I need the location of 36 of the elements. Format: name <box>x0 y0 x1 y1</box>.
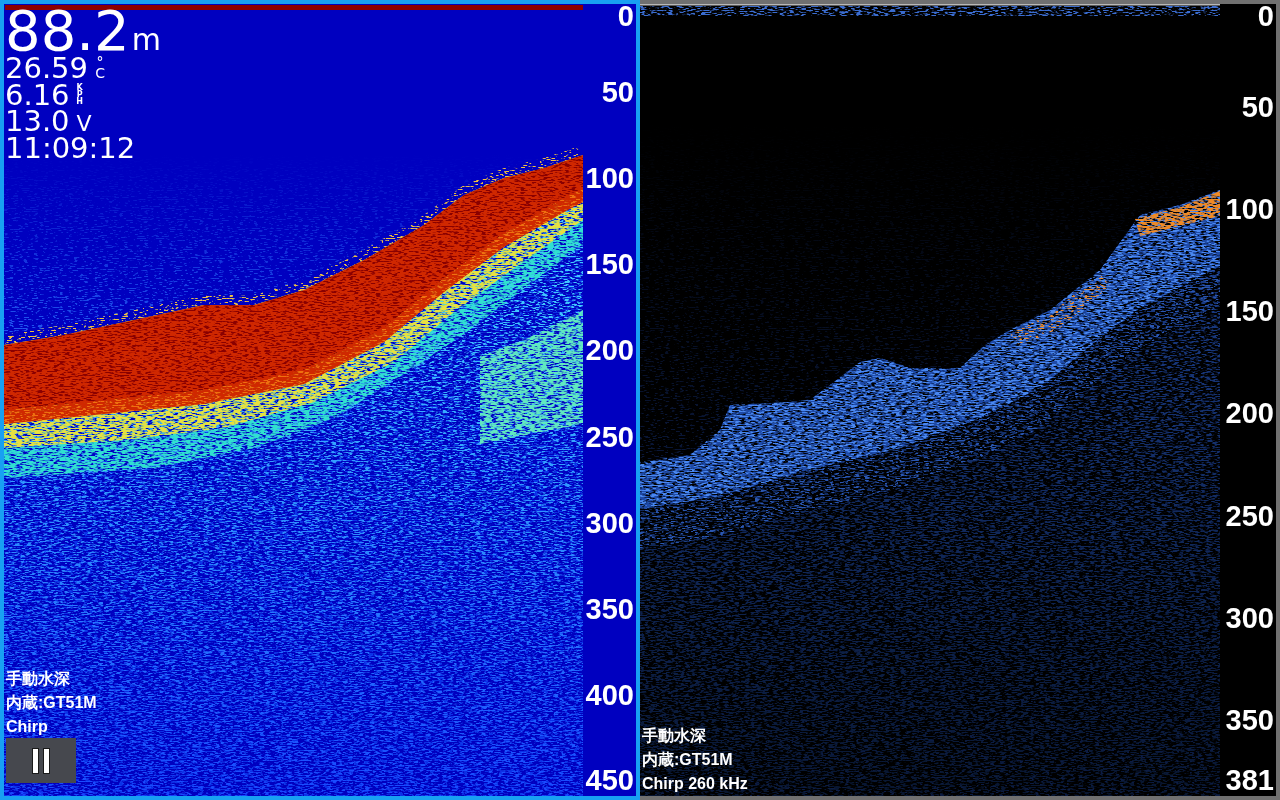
temperature-readout: 26.59 <box>5 55 89 82</box>
status-text: 手動水深 <box>6 669 70 689</box>
depth-scale-label: 50 <box>1241 95 1274 119</box>
depth-scale-label: 100 <box>1225 197 1274 222</box>
status-text: 内蔵:GT51M <box>6 693 97 713</box>
depth-scale-label: 150 <box>585 252 634 277</box>
depth-scale-label: 50 <box>601 80 634 104</box>
depth-scale-label: 0 <box>1257 4 1274 28</box>
sonar-pane[interactable]: 0 50 100 150 200 250 300 350 381 手動水深 内蔵:GT51M Chirp 260 kHz <box>640 0 1280 800</box>
status-text: 内蔵:GT51M <box>642 750 733 770</box>
voltage-unit: V <box>76 111 92 137</box>
depth-unit: m <box>131 21 161 59</box>
status-text: Chirp 260 kHz <box>642 774 748 794</box>
depth-scale-label: 450 <box>585 768 634 792</box>
pause-button[interactable] <box>6 738 76 783</box>
depth-scale-label: 400 <box>585 683 634 707</box>
depth-scale-label: 250 <box>585 424 634 449</box>
depth-scale-label: 300 <box>1225 605 1274 630</box>
speed-readout: 6.16 <box>5 81 70 108</box>
depth-readout: 88.2 <box>5 7 130 55</box>
temperature-unit: °C <box>94 57 106 80</box>
time-readout: 11:09:12 <box>5 134 136 161</box>
voltage-readout: 13.0 <box>5 108 70 135</box>
depth-scale-label: 300 <box>585 510 634 535</box>
depth-scale-label: 350 <box>1225 707 1274 732</box>
status-text: 手動水深 <box>642 726 706 746</box>
speed-unit: KPH <box>75 84 84 106</box>
depth-scale-label: 381 <box>1225 768 1274 792</box>
depth-scale-label: 350 <box>585 596 634 621</box>
depth-scale-label: 200 <box>1225 401 1274 426</box>
depth-scale-label: 250 <box>1225 503 1274 528</box>
depth-scale-label: 0 <box>617 4 634 28</box>
depth-scale-label: 150 <box>1225 299 1274 324</box>
depth-scale-label: 100 <box>585 166 634 191</box>
status-text: Chirp <box>6 717 48 737</box>
depth-scale-label: 200 <box>585 338 634 363</box>
